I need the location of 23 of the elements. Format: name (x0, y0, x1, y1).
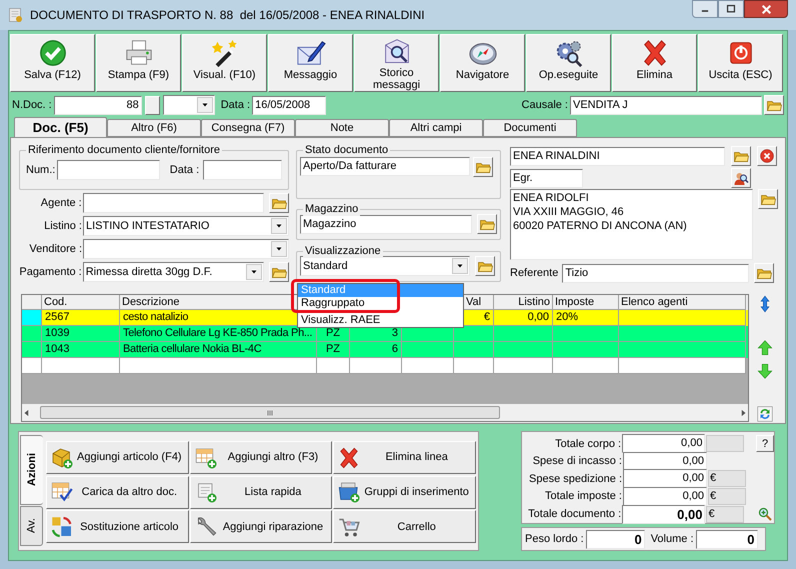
group-title: Magazzino (303, 202, 360, 216)
currency-field: € (706, 506, 744, 523)
field-label: Data : (170, 162, 200, 178)
field-label: Num.: (26, 162, 56, 178)
field-label: Causale : (522, 98, 568, 113)
field-label: Spese di incasso : (532, 454, 622, 470)
field-label: Totale imposte : (544, 489, 622, 504)
field-label: Agente : (40, 196, 82, 211)
field-label: Venditore : (28, 242, 82, 257)
field-label: Totale corpo : (554, 436, 622, 452)
currency-field: € (708, 488, 746, 506)
currency-field: € (708, 470, 746, 488)
window-title: DOCUMENTO DI TRASPORTO N. 88 del 16/05/2008 - ENEA RINALDINI (30, 7, 426, 24)
field-label: Volume : (650, 532, 694, 547)
field-label: Data : (220, 98, 250, 113)
field-label: Totale documento : (527, 506, 622, 522)
group-title: Visualizzazione (303, 244, 383, 258)
field-label: N.Doc. : (12, 98, 52, 113)
field-label: Spese spedizione : (528, 472, 622, 487)
field-label: Listino : (43, 218, 82, 234)
field-label: Pagamento : (19, 264, 82, 280)
field-label: Peso lordo : (525, 532, 584, 547)
field-label: Referente (510, 266, 558, 281)
